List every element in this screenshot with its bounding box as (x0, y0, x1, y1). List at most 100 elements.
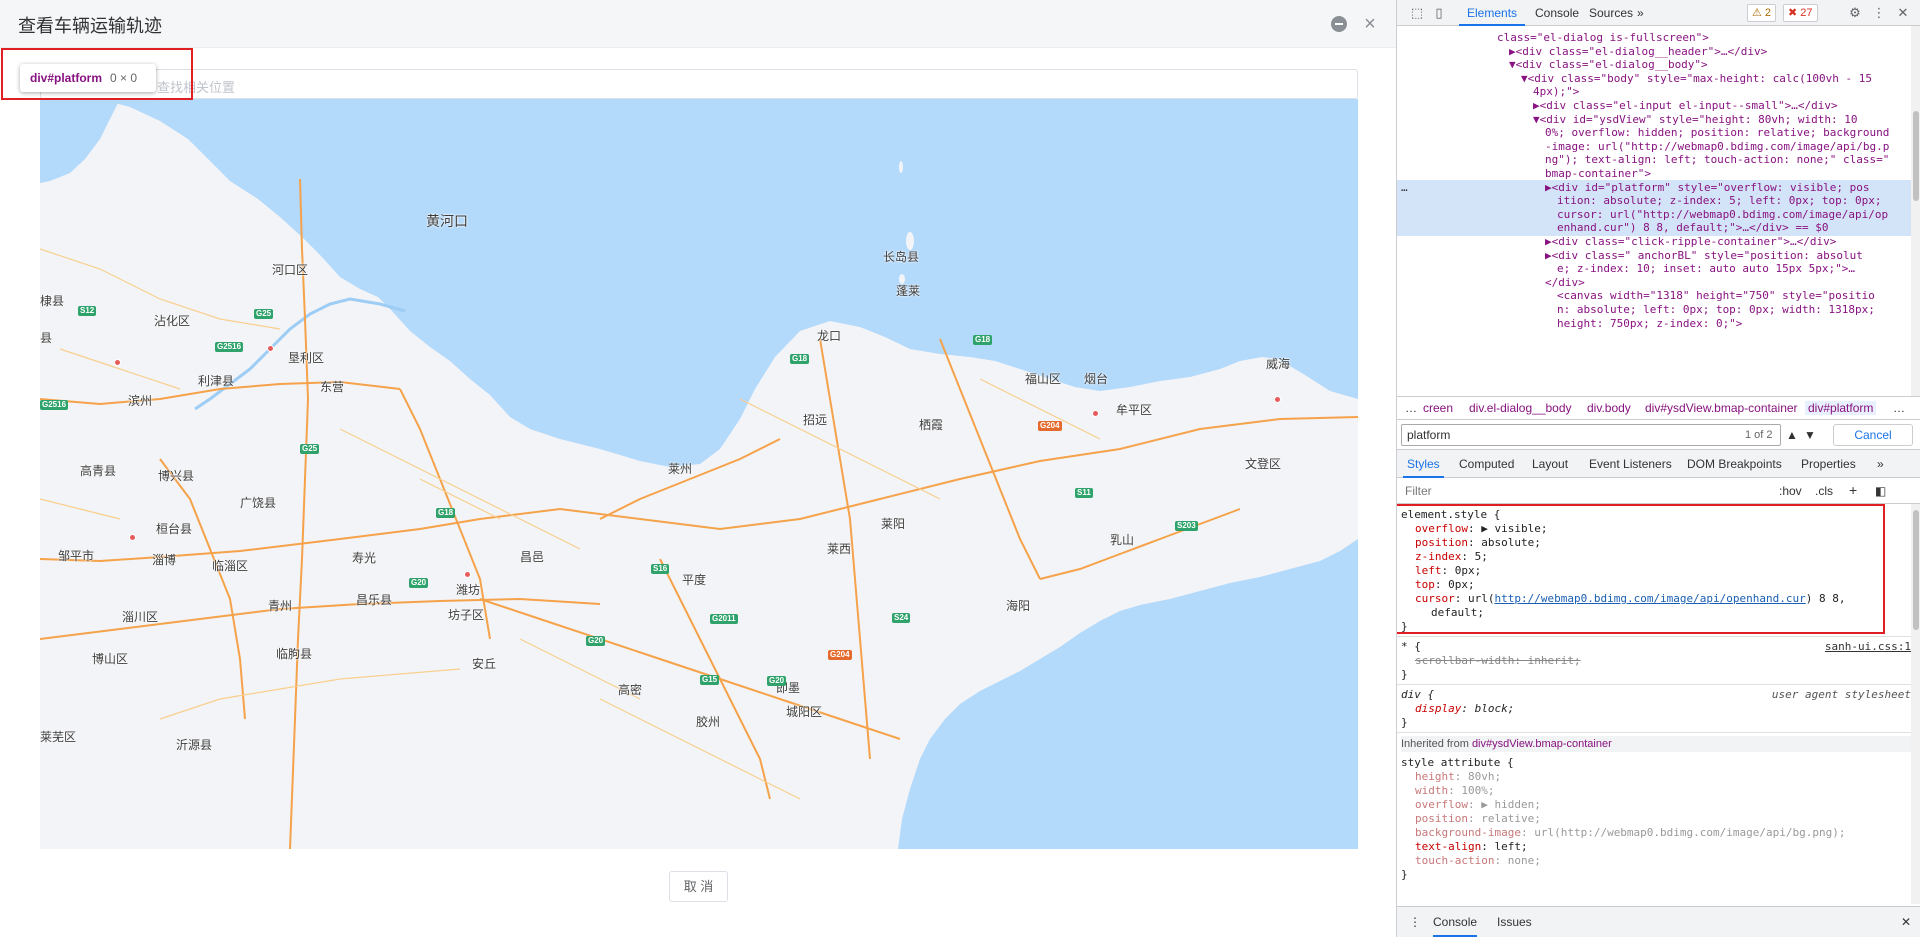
dom-tree[interactable]: class="el-dialog is-fullscreen"> ▶<div cl… (1397, 26, 1911, 396)
inherited-property[interactable]: height: 80vh; (1415, 770, 1501, 784)
breadcrumb-item[interactable]: div.el-dialog__body (1469, 401, 1572, 415)
warning-badge[interactable]: ⚠ 2 (1747, 4, 1777, 22)
toggle-sidebar-icon[interactable]: ◧ (1875, 484, 1886, 498)
road-shield: S24 (892, 613, 911, 623)
breadcrumb-item[interactable]: div#ysdView.bmap-container (1645, 401, 1798, 415)
inherited-property[interactable]: touch-action: none; (1415, 854, 1541, 868)
breadcrumb-item[interactable]: div.body (1587, 401, 1631, 415)
find-cancel-button[interactable]: Cancel (1833, 424, 1913, 446)
style-property[interactable]: top: 0px; (1415, 578, 1475, 592)
find-input[interactable]: platform (1401, 424, 1781, 446)
inherited-property[interactable]: width: 100%; (1415, 784, 1495, 798)
drawer-tab-issues[interactable]: Issues (1497, 915, 1532, 929)
map-place-label: 栖霞 (919, 418, 944, 432)
new-rule-icon[interactable]: + (1849, 482, 1857, 498)
property-name: height (1415, 770, 1455, 783)
element-style-selector: element.style { (1401, 508, 1501, 521)
inherited-property[interactable]: position: relative; (1415, 812, 1541, 826)
map-place-label: 招远 (803, 413, 828, 427)
property-url-link[interactable]: http://webmap0.bdimg.com/image/api/openh… (1495, 592, 1806, 605)
map-place-label: 文登区 (1245, 457, 1282, 471)
style-property[interactable]: position: absolute; (1415, 536, 1541, 550)
drawer-menu-icon[interactable]: ⋮ (1409, 915, 1421, 929)
breadcrumb-item[interactable]: creen (1423, 401, 1453, 415)
style-property[interactable]: default; (1431, 606, 1484, 620)
map-place-label: 临淄区 (212, 559, 249, 573)
drawer-tab-console[interactable]: Console (1433, 915, 1478, 937)
property-name: z-index (1415, 550, 1462, 563)
inspect-element-icon[interactable]: ⬚ (1409, 5, 1425, 21)
style-property[interactable]: overflow: ▶ visible; (1415, 522, 1547, 536)
styles-filter-input[interactable]: Filter (1405, 484, 1432, 498)
map-place-label: 烟台 (1084, 372, 1109, 386)
tab-elements[interactable]: Elements (1459, 0, 1526, 26)
find-next-icon[interactable]: ▼ (1802, 426, 1818, 444)
element-style-close: } (1401, 620, 1408, 633)
divider (1397, 732, 1911, 733)
style-property[interactable]: cursor: url(http://webmap0.bdimg.com/ima… (1415, 592, 1846, 606)
map-place-label: 沂源县 (176, 738, 213, 752)
rule-source-link[interactable]: sanh-ui.css:1 (1825, 640, 1911, 653)
dom-node[interactable]: height: 750px; z-index: 0;"> (1397, 316, 1911, 332)
styles-pane[interactable]: element.style { overflow: ▶ visible; posi… (1397, 504, 1911, 904)
node-ellipsis-icon[interactable]: … (1401, 180, 1421, 196)
map-place-label: 邹平市 (58, 549, 95, 563)
track-dialog: 查看车辆运输轨迹 × 查找相关位置 黄河口 长岛县 蓬莱 河口区 沾化区 垦利区… (0, 0, 1396, 937)
rule-selector: * { (1401, 640, 1421, 653)
tab-dom-breakpoints[interactable]: DOM Breakpoints (1687, 450, 1782, 478)
sea-area (40, 99, 1358, 467)
class-toggle[interactable]: .cls (1815, 484, 1833, 498)
road-shield: G25 (254, 309, 274, 319)
tab-computed[interactable]: Computed (1459, 450, 1514, 478)
breadcrumb-item-selected[interactable]: div#platform (1805, 401, 1877, 415)
rule-close: } (1401, 716, 1408, 729)
road-shield: G20 (586, 636, 606, 646)
close-drawer-icon[interactable]: ✕ (1901, 915, 1911, 929)
dialog-title: 查看车辆运输轨迹 (18, 16, 162, 36)
find-prev-icon[interactable]: ▲ (1784, 426, 1800, 444)
cancel-button[interactable]: 取 消 (669, 871, 728, 902)
close-icon[interactable]: × (1361, 12, 1379, 36)
map-place-label: 棣县 (40, 294, 65, 308)
style-property[interactable]: z-index: 5; (1415, 550, 1488, 564)
rule-close: } (1401, 668, 1408, 681)
dom-tree-scrollbar[interactable] (1911, 26, 1920, 396)
nw-coast (40, 99, 120, 183)
location-search-input[interactable]: 查找相关位置 (40, 69, 1358, 99)
hover-state-toggle[interactable]: :hov (1779, 484, 1802, 498)
style-property[interactable]: left: 0px; (1415, 564, 1481, 578)
minimize-icon[interactable] (1331, 16, 1347, 32)
tab-event-listeners[interactable]: Event Listeners (1589, 450, 1672, 478)
map-canvas (40, 99, 1358, 849)
map-place-label: 博山区 (92, 652, 129, 666)
more-tabs-button[interactable]: » (1633, 0, 1648, 26)
property-value: ▶ hidden; (1481, 798, 1541, 811)
map-place-label: 寿光 (352, 551, 377, 565)
tab-layout[interactable]: Layout (1532, 450, 1568, 478)
breadcrumb-item[interactable]: … (1893, 401, 1905, 415)
property-value: url(http://webmap0.bdimg.com/image/api/b… (1534, 826, 1846, 839)
map-view[interactable]: 黄河口 长岛县 蓬莱 河口区 沾化区 垦利区 利津县 东营 滨州 棣县县 龙口 福山区 烟台 威海 牟平区招… (40, 99, 1358, 849)
inherited-property[interactable]: overflow: ▶ hidden; (1415, 798, 1541, 812)
map-place-label: 县 (40, 331, 53, 345)
close-devtools-icon[interactable]: ✕ (1895, 5, 1911, 21)
inherited-property[interactable]: background-image: url(http://webmap0.bdi… (1415, 826, 1845, 840)
road-shield: G2011 (710, 614, 738, 624)
breadcrumb-item[interactable]: … (1405, 401, 1417, 415)
tab-console[interactable]: Console (1527, 0, 1587, 26)
inherited-property[interactable]: text-align: left; (1415, 840, 1528, 854)
tab-properties[interactable]: Properties (1801, 450, 1856, 478)
map-place-label: 黄河口 (426, 213, 468, 229)
property-name: position (1415, 536, 1468, 549)
island (899, 161, 903, 173)
device-toolbar-icon[interactable]: ▯ (1431, 5, 1447, 21)
tab-styles[interactable]: Styles (1403, 450, 1444, 478)
road-shield: G204 (828, 650, 852, 660)
settings-gear-icon[interactable]: ⚙ (1847, 5, 1863, 21)
inherited-element[interactable]: div#ysdView.bmap-container (1472, 738, 1612, 750)
property-name: left (1415, 564, 1442, 577)
more-subtabs-button[interactable]: » (1877, 450, 1884, 478)
more-options-icon[interactable]: ⋮ (1871, 5, 1887, 21)
styles-scrollbar[interactable] (1911, 504, 1920, 904)
error-badge[interactable]: ✖ 27 (1783, 4, 1818, 22)
